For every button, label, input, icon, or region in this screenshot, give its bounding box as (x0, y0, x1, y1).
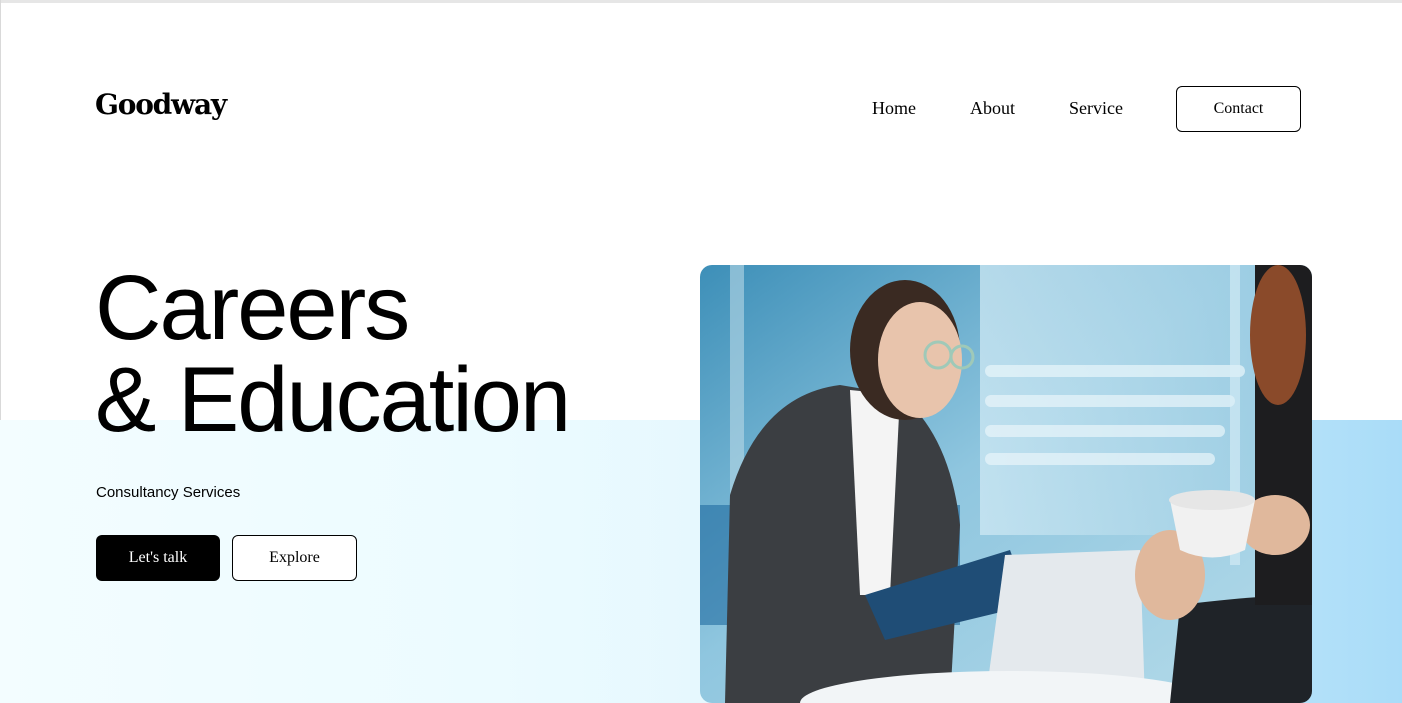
lets-talk-button[interactable]: Let's talk (96, 535, 220, 581)
top-border (0, 0, 1402, 3)
nav-link-home[interactable]: Home (872, 98, 916, 119)
hero-photo-illustration (700, 265, 1312, 703)
hero-headline: Careers & Education (95, 257, 571, 451)
nav-link-service[interactable]: Service (1069, 98, 1123, 119)
hero-subtitle: Consultancy Services (96, 484, 241, 501)
hero-headline-line-1: Careers (95, 257, 410, 359)
coffee-cup (1169, 490, 1255, 558)
nav-link-about[interactable]: About (970, 98, 1015, 119)
hero-headline-line-2: & Education (95, 349, 571, 451)
hero-photo (700, 265, 1312, 703)
contact-button[interactable]: Contact (1176, 86, 1301, 132)
explore-button[interactable]: Explore (232, 535, 357, 581)
logo[interactable]: Goodway (95, 88, 227, 121)
